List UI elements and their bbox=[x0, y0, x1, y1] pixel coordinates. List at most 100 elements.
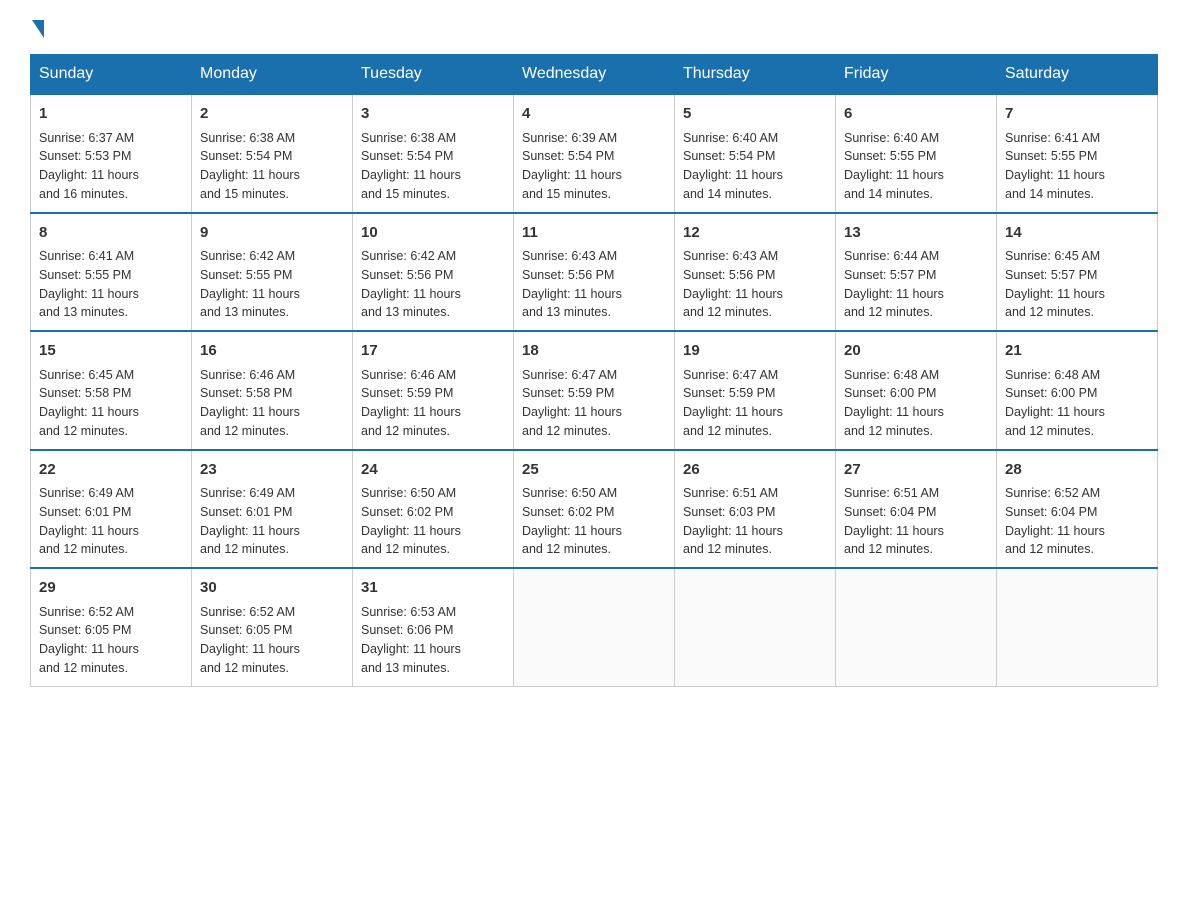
calendar-cell: 21Sunrise: 6:48 AMSunset: 6:00 PMDayligh… bbox=[997, 331, 1158, 450]
calendar-cell: 10Sunrise: 6:42 AMSunset: 5:56 PMDayligh… bbox=[353, 213, 514, 332]
sunrise-text: Sunrise: 6:51 AM bbox=[844, 486, 939, 500]
daylight-line1: Daylight: 11 hours bbox=[522, 287, 622, 301]
calendar-cell: 24Sunrise: 6:50 AMSunset: 6:02 PMDayligh… bbox=[353, 450, 514, 569]
daylight-line1: Daylight: 11 hours bbox=[683, 524, 783, 538]
header-wednesday: Wednesday bbox=[514, 55, 675, 95]
day-number: 22 bbox=[39, 459, 183, 482]
header-tuesday: Tuesday bbox=[353, 55, 514, 95]
daylight-line1: Daylight: 11 hours bbox=[683, 168, 783, 182]
calendar-cell: 19Sunrise: 6:47 AMSunset: 5:59 PMDayligh… bbox=[675, 331, 836, 450]
daylight-line1: Daylight: 11 hours bbox=[39, 405, 139, 419]
daylight-line2: and 13 minutes. bbox=[522, 305, 611, 319]
calendar-cell bbox=[514, 568, 675, 686]
header-thursday: Thursday bbox=[675, 55, 836, 95]
calendar-cell: 30Sunrise: 6:52 AMSunset: 6:05 PMDayligh… bbox=[192, 568, 353, 686]
daylight-line1: Daylight: 11 hours bbox=[844, 524, 944, 538]
daylight-line2: and 12 minutes. bbox=[39, 542, 128, 556]
sunset-text: Sunset: 5:55 PM bbox=[39, 268, 131, 282]
sunrise-text: Sunrise: 6:42 AM bbox=[200, 249, 295, 263]
calendar-cell: 3Sunrise: 6:38 AMSunset: 5:54 PMDaylight… bbox=[353, 94, 514, 213]
daylight-line1: Daylight: 11 hours bbox=[844, 405, 944, 419]
sunrise-text: Sunrise: 6:42 AM bbox=[361, 249, 456, 263]
week-row-3: 15Sunrise: 6:45 AMSunset: 5:58 PMDayligh… bbox=[31, 331, 1158, 450]
sunrise-text: Sunrise: 6:46 AM bbox=[200, 368, 295, 382]
sunset-text: Sunset: 5:56 PM bbox=[522, 268, 614, 282]
daylight-line1: Daylight: 11 hours bbox=[1005, 168, 1105, 182]
calendar-cell: 18Sunrise: 6:47 AMSunset: 5:59 PMDayligh… bbox=[514, 331, 675, 450]
sunrise-text: Sunrise: 6:40 AM bbox=[844, 131, 939, 145]
calendar-cell: 14Sunrise: 6:45 AMSunset: 5:57 PMDayligh… bbox=[997, 213, 1158, 332]
week-row-2: 8Sunrise: 6:41 AMSunset: 5:55 PMDaylight… bbox=[31, 213, 1158, 332]
sunrise-text: Sunrise: 6:45 AM bbox=[39, 368, 134, 382]
sunrise-text: Sunrise: 6:41 AM bbox=[39, 249, 134, 263]
sunset-text: Sunset: 6:02 PM bbox=[522, 505, 614, 519]
sunset-text: Sunset: 6:05 PM bbox=[200, 623, 292, 637]
sunset-text: Sunset: 5:54 PM bbox=[200, 149, 292, 163]
daylight-line2: and 12 minutes. bbox=[1005, 305, 1094, 319]
sunrise-text: Sunrise: 6:52 AM bbox=[200, 605, 295, 619]
sunset-text: Sunset: 5:58 PM bbox=[39, 386, 131, 400]
sunrise-text: Sunrise: 6:52 AM bbox=[1005, 486, 1100, 500]
sunset-text: Sunset: 6:06 PM bbox=[361, 623, 453, 637]
calendar-cell bbox=[997, 568, 1158, 686]
daylight-line1: Daylight: 11 hours bbox=[522, 405, 622, 419]
sunset-text: Sunset: 5:56 PM bbox=[361, 268, 453, 282]
sunset-text: Sunset: 5:59 PM bbox=[522, 386, 614, 400]
sunrise-text: Sunrise: 6:52 AM bbox=[39, 605, 134, 619]
day-number: 11 bbox=[522, 222, 666, 245]
daylight-line2: and 13 minutes. bbox=[361, 305, 450, 319]
week-row-5: 29Sunrise: 6:52 AMSunset: 6:05 PMDayligh… bbox=[31, 568, 1158, 686]
daylight-line2: and 15 minutes. bbox=[522, 187, 611, 201]
sunset-text: Sunset: 6:04 PM bbox=[1005, 505, 1097, 519]
daylight-line1: Daylight: 11 hours bbox=[1005, 287, 1105, 301]
sunrise-text: Sunrise: 6:38 AM bbox=[200, 131, 295, 145]
sunset-text: Sunset: 5:57 PM bbox=[1005, 268, 1097, 282]
daylight-line2: and 12 minutes. bbox=[200, 424, 289, 438]
header-saturday: Saturday bbox=[997, 55, 1158, 95]
daylight-line2: and 12 minutes. bbox=[844, 424, 933, 438]
sunset-text: Sunset: 5:55 PM bbox=[1005, 149, 1097, 163]
calendar-header-row: SundayMondayTuesdayWednesdayThursdayFrid… bbox=[31, 55, 1158, 95]
calendar-cell: 17Sunrise: 6:46 AMSunset: 5:59 PMDayligh… bbox=[353, 331, 514, 450]
sunset-text: Sunset: 6:00 PM bbox=[1005, 386, 1097, 400]
daylight-line2: and 14 minutes. bbox=[844, 187, 933, 201]
daylight-line1: Daylight: 11 hours bbox=[39, 287, 139, 301]
daylight-line1: Daylight: 11 hours bbox=[522, 524, 622, 538]
daylight-line2: and 16 minutes. bbox=[39, 187, 128, 201]
calendar-cell: 9Sunrise: 6:42 AMSunset: 5:55 PMDaylight… bbox=[192, 213, 353, 332]
day-number: 29 bbox=[39, 577, 183, 600]
day-number: 9 bbox=[200, 222, 344, 245]
daylight-line2: and 12 minutes. bbox=[1005, 424, 1094, 438]
calendar-cell: 25Sunrise: 6:50 AMSunset: 6:02 PMDayligh… bbox=[514, 450, 675, 569]
day-number: 3 bbox=[361, 103, 505, 126]
day-number: 17 bbox=[361, 340, 505, 363]
daylight-line2: and 14 minutes. bbox=[1005, 187, 1094, 201]
daylight-line1: Daylight: 11 hours bbox=[683, 287, 783, 301]
sunrise-text: Sunrise: 6:37 AM bbox=[39, 131, 134, 145]
calendar-cell: 31Sunrise: 6:53 AMSunset: 6:06 PMDayligh… bbox=[353, 568, 514, 686]
daylight-line2: and 12 minutes. bbox=[200, 542, 289, 556]
sunset-text: Sunset: 6:02 PM bbox=[361, 505, 453, 519]
sunset-text: Sunset: 5:58 PM bbox=[200, 386, 292, 400]
day-number: 16 bbox=[200, 340, 344, 363]
sunset-text: Sunset: 6:04 PM bbox=[844, 505, 936, 519]
calendar-cell: 15Sunrise: 6:45 AMSunset: 5:58 PMDayligh… bbox=[31, 331, 192, 450]
header-monday: Monday bbox=[192, 55, 353, 95]
sunset-text: Sunset: 6:00 PM bbox=[844, 386, 936, 400]
logo bbox=[30, 20, 44, 34]
day-number: 5 bbox=[683, 103, 827, 126]
day-number: 30 bbox=[200, 577, 344, 600]
sunset-text: Sunset: 6:01 PM bbox=[39, 505, 131, 519]
daylight-line1: Daylight: 11 hours bbox=[200, 524, 300, 538]
calendar-cell: 20Sunrise: 6:48 AMSunset: 6:00 PMDayligh… bbox=[836, 331, 997, 450]
sunset-text: Sunset: 6:03 PM bbox=[683, 505, 775, 519]
day-number: 7 bbox=[1005, 103, 1149, 126]
sunrise-text: Sunrise: 6:39 AM bbox=[522, 131, 617, 145]
daylight-line2: and 13 minutes. bbox=[361, 661, 450, 675]
week-row-4: 22Sunrise: 6:49 AMSunset: 6:01 PMDayligh… bbox=[31, 450, 1158, 569]
day-number: 14 bbox=[1005, 222, 1149, 245]
day-number: 18 bbox=[522, 340, 666, 363]
daylight-line1: Daylight: 11 hours bbox=[39, 168, 139, 182]
daylight-line1: Daylight: 11 hours bbox=[200, 168, 300, 182]
daylight-line1: Daylight: 11 hours bbox=[844, 168, 944, 182]
